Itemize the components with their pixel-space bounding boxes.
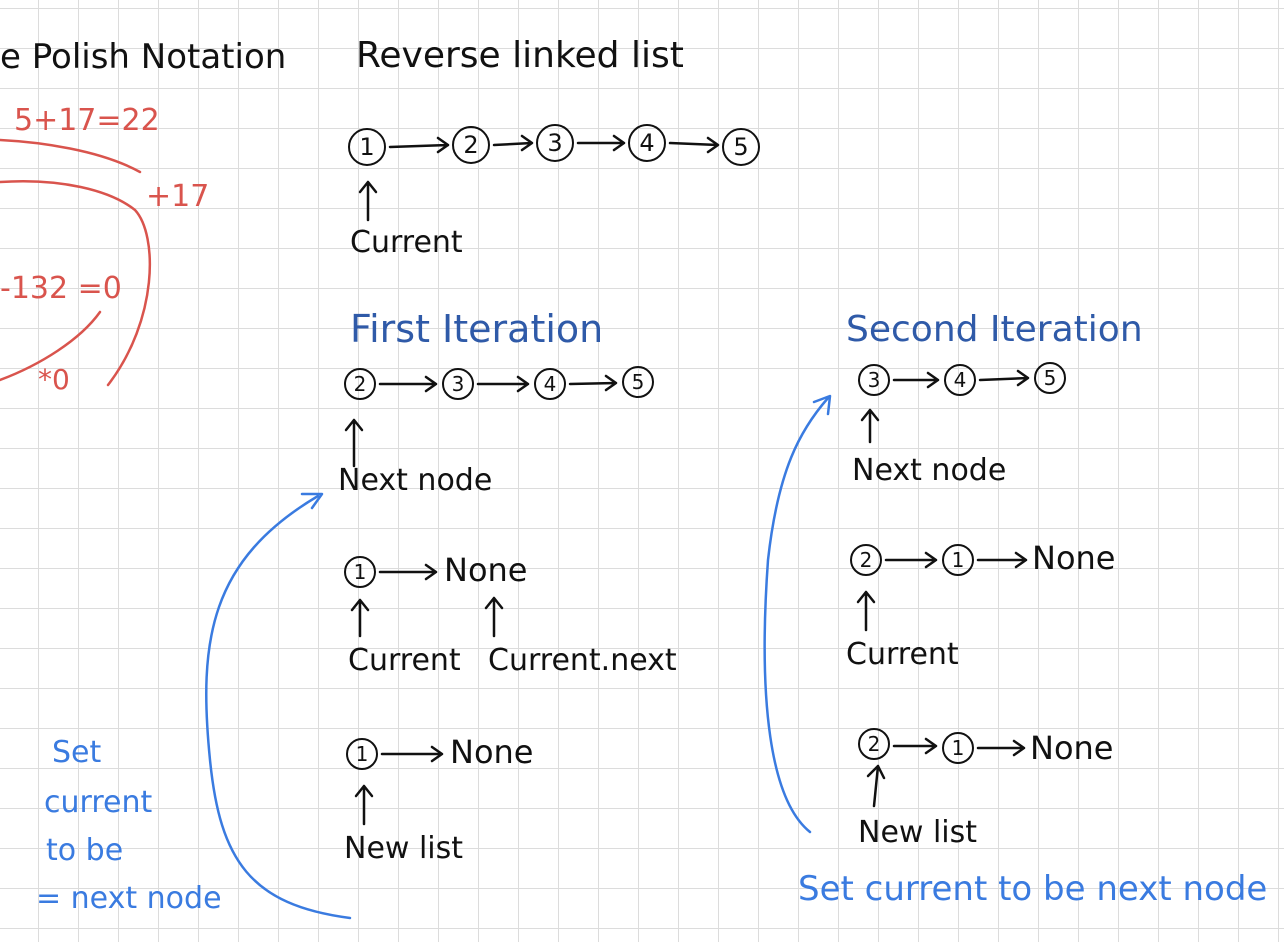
up-arrow-icon [860,408,880,444]
arrow-icon [568,374,618,392]
up-arrow-icon [856,590,876,632]
up-arrow-icon [354,784,374,826]
up-arrow-icon [484,596,504,638]
loop-arrow-left [205,494,352,920]
loop-arrow-right [763,396,830,834]
arrow-icon [576,134,626,152]
arrow-icon [892,371,940,389]
diagram-arrows [205,134,1030,920]
arrow-icon [378,563,438,581]
arrow-icon [668,136,720,154]
up-arrow-icon [344,418,364,468]
arrow-icon [388,136,450,154]
up-arrow-icon [358,180,378,222]
up-arrow-icon [866,764,886,808]
arrow-icon [976,739,1026,757]
arrow-icon [978,369,1030,387]
arrow-icon [378,375,438,393]
arrow-icon [892,737,938,755]
arrow-icon [492,134,534,152]
arrow-icon [884,551,938,569]
arrow-icon [476,375,530,393]
up-arrow-icon [350,598,370,638]
arrow-icon [976,551,1028,569]
arrow-icon [380,745,444,763]
